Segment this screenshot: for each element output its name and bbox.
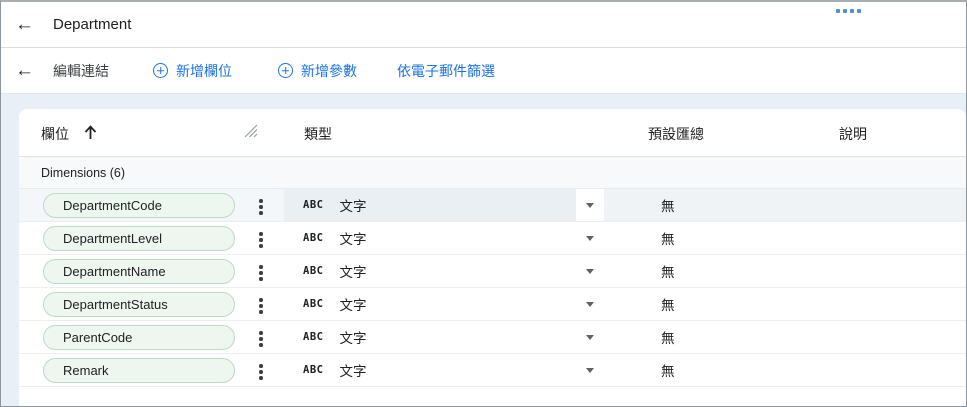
field-name-label: DepartmentLevel — [63, 231, 162, 246]
field-name-pill[interactable]: Remark — [43, 358, 235, 383]
edit-toolbar: ← 編輯連結 新增欄位 新增參數 依電子郵件篩選 — [1, 48, 966, 94]
text-type-icon: ABC — [303, 298, 323, 310]
aggregation-cell[interactable]: 無 — [604, 255, 966, 287]
field-type-select[interactable]: ABC 文字 — [284, 222, 576, 254]
text-type-icon: ABC — [303, 199, 323, 211]
edit-connection-button[interactable]: 編輯連結 — [53, 61, 109, 81]
field-name-pill[interactable]: DepartmentName — [43, 259, 235, 284]
add-field-label: 新增欄位 — [176, 61, 232, 81]
description-column-header: 說明 — [839, 124, 867, 144]
field-column-header[interactable]: 欄位 — [41, 124, 69, 144]
field-name-pill[interactable]: DepartmentCode — [43, 193, 235, 218]
aggregation-cell[interactable]: 無 — [604, 354, 966, 386]
toolbar-back-icon[interactable]: ← — [15, 61, 41, 80]
field-type-select[interactable]: ABC 文字 — [284, 255, 576, 287]
table-row: ParentCode ABC 文字 無 — [19, 321, 966, 354]
aggregation-value: 無 — [661, 327, 675, 347]
type-dropdown-arrow-icon[interactable] — [576, 288, 604, 320]
column-resize-icon[interactable] — [244, 124, 259, 141]
aggregation-value: 無 — [661, 360, 675, 380]
back-icon[interactable]: ← — [15, 15, 41, 34]
field-name-pill[interactable]: DepartmentStatus — [43, 292, 235, 317]
field-name-label: Remark — [63, 363, 109, 378]
type-dropdown-arrow-icon[interactable] — [576, 321, 604, 353]
field-type-select[interactable]: ABC 文字 — [284, 288, 576, 320]
field-options-menu-icon[interactable] — [259, 263, 263, 283]
plus-circle-icon — [153, 63, 168, 78]
type-dropdown-arrow-icon[interactable] — [576, 255, 604, 287]
field-type-select[interactable]: ABC 文字 — [284, 321, 576, 353]
field-options-menu-icon[interactable] — [259, 197, 263, 217]
field-type-label: 文字 — [339, 327, 366, 347]
aggregation-cell[interactable]: 無 — [604, 189, 966, 221]
type-dropdown-arrow-icon[interactable] — [576, 189, 604, 221]
sort-ascending-icon[interactable] — [83, 124, 98, 144]
table-header-row: 欄位 類型 預設匯總 說明 — [19, 109, 966, 157]
more-options-icon[interactable] — [836, 9, 861, 13]
field-name-label: ParentCode — [63, 330, 132, 345]
table-row: DepartmentCode ABC 文字 無 — [19, 189, 966, 222]
aggregation-column-header: 預設匯總 — [648, 124, 704, 144]
filter-by-email-button[interactable]: 依電子郵件篩選 — [397, 61, 495, 81]
field-type-label: 文字 — [339, 360, 366, 380]
add-parameter-label: 新增參數 — [301, 61, 357, 81]
table-row: DepartmentLevel ABC 文字 無 — [19, 222, 966, 255]
aggregation-cell[interactable]: 無 — [604, 288, 966, 320]
field-options-menu-icon[interactable] — [259, 329, 263, 349]
aggregation-cell[interactable]: 無 — [604, 321, 966, 353]
field-options-menu-icon[interactable] — [259, 362, 263, 382]
field-type-select[interactable]: ABC 文字 — [284, 189, 576, 221]
type-column-header: 類型 — [304, 124, 332, 144]
field-type-select[interactable]: ABC 文字 — [284, 354, 576, 386]
field-name-pill[interactable]: DepartmentLevel — [43, 226, 235, 251]
add-parameter-button[interactable]: 新增參數 — [278, 61, 357, 81]
aggregation-value: 無 — [661, 294, 675, 314]
filter-by-email-label: 依電子郵件篩選 — [397, 61, 495, 81]
text-type-icon: ABC — [303, 232, 323, 244]
field-name-pill[interactable]: ParentCode — [43, 325, 235, 350]
field-rows: DepartmentCode ABC 文字 無 DepartmentLevel … — [19, 189, 966, 387]
table-row: DepartmentName ABC 文字 無 — [19, 255, 966, 288]
table-row: DepartmentStatus ABC 文字 無 — [19, 288, 966, 321]
dimensions-section-label: Dimensions (6) — [41, 166, 125, 180]
aggregation-cell[interactable]: 無 — [604, 222, 966, 254]
field-type-label: 文字 — [339, 195, 366, 215]
field-options-menu-icon[interactable] — [259, 296, 263, 316]
type-dropdown-arrow-icon[interactable] — [576, 354, 604, 386]
field-options-menu-icon[interactable] — [259, 230, 263, 250]
aggregation-value: 無 — [661, 195, 675, 215]
text-type-icon: ABC — [303, 265, 323, 277]
top-bar: ← Department — [1, 2, 966, 48]
type-dropdown-arrow-icon[interactable] — [576, 222, 604, 254]
table-row: Remark ABC 文字 無 — [19, 354, 966, 387]
plus-circle-icon — [278, 63, 293, 78]
page-title: Department — [53, 16, 131, 33]
text-type-icon: ABC — [303, 364, 323, 376]
field-name-label: DepartmentCode — [63, 198, 162, 213]
field-name-label: DepartmentStatus — [63, 297, 168, 312]
add-field-button[interactable]: 新增欄位 — [153, 61, 232, 81]
text-type-icon: ABC — [303, 331, 323, 343]
field-type-label: 文字 — [339, 228, 366, 248]
field-name-label: DepartmentName — [63, 264, 166, 279]
field-type-label: 文字 — [339, 294, 366, 314]
aggregation-value: 無 — [661, 228, 675, 248]
content-area: 欄位 類型 預設匯總 說明 Dimensions (6) DepartmentC… — [1, 94, 966, 406]
dimensions-section-header: Dimensions (6) — [19, 157, 966, 189]
field-type-label: 文字 — [339, 261, 366, 281]
fields-table-card: 欄位 類型 預設匯總 說明 Dimensions (6) DepartmentC… — [19, 109, 966, 406]
aggregation-value: 無 — [661, 261, 675, 281]
